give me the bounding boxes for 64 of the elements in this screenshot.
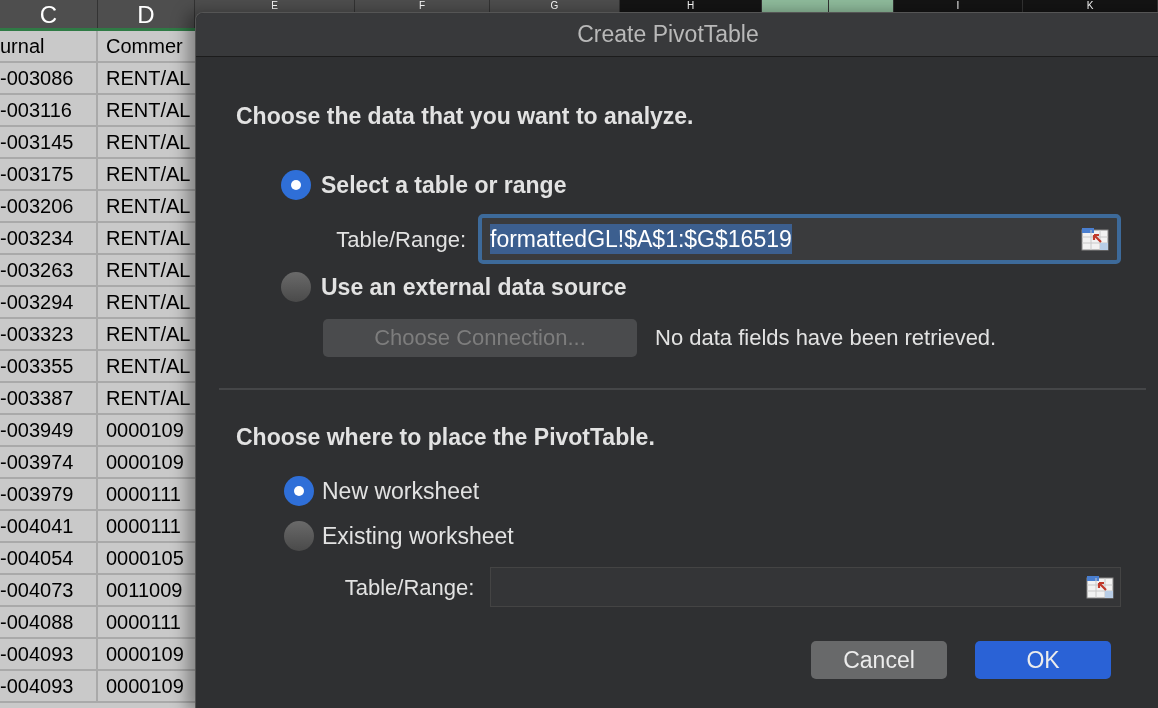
table-cell-text: RENT/AL: [105, 322, 192, 347]
range-picker-icon[interactable]: [1081, 227, 1109, 251]
table-cell-text: RENT/AL: [105, 130, 192, 155]
cancel-button[interactable]: Cancel: [811, 641, 947, 679]
table-cell-text: 0000109: [105, 642, 185, 667]
column-header[interactable]: C: [0, 0, 98, 28]
table-cell: -003974: [0, 447, 98, 477]
table-cell-text: 0000105: [105, 546, 185, 571]
table-cell: -004093: [0, 639, 98, 669]
table-cell-text: 0000111: [105, 514, 182, 539]
table-cell-text: 0000111: [105, 482, 182, 507]
table-cell: -003086: [0, 63, 98, 93]
table-cell: -004088: [0, 607, 98, 637]
table-cell-text: Commer: [105, 34, 184, 59]
table-cell: -003175: [0, 159, 98, 189]
table-cell: -004041: [0, 511, 98, 541]
table-cell-text: RENT/AL: [105, 66, 192, 91]
option-label[interactable]: Select a table or range: [321, 167, 567, 202]
table-cell-text: RENT/AL: [105, 162, 192, 187]
option-label[interactable]: Existing worksheet: [322, 518, 514, 553]
field-label: Table/Range:: [335, 225, 467, 254]
range-picker-icon[interactable]: [1086, 575, 1114, 599]
table-cell-text: 0000109: [105, 450, 185, 475]
table-cell: -003979: [0, 479, 98, 509]
section-heading: Choose the data that you want to analyze.: [236, 102, 695, 131]
table-cell: -003949: [0, 415, 98, 445]
table-cell-text: 0000109: [105, 418, 185, 443]
table-cell: -004054: [0, 543, 98, 573]
table-cell: -003263: [0, 255, 98, 285]
ok-button[interactable]: OK: [975, 641, 1111, 679]
table-cell-text: RENT/AL: [105, 226, 192, 251]
table-cell: -003355: [0, 351, 98, 381]
radio-button[interactable]: [281, 169, 311, 200]
table-cell-text: RENT/AL: [105, 98, 192, 123]
table-cell-text: RENT/AL: [105, 354, 192, 379]
table-cell: -003145: [0, 127, 98, 157]
window-title: Create PivotTable: [577, 20, 759, 50]
option-label[interactable]: Use an external data source: [321, 270, 627, 305]
column-header[interactable]: D: [98, 0, 195, 28]
table-cell-text: RENT/AL: [105, 258, 192, 283]
table-cell-text: RENT/AL: [105, 194, 192, 219]
table-cell-text: 0000111: [105, 610, 182, 635]
radio-button[interactable]: [284, 520, 314, 551]
input-field[interactable]: formattedGL!$A$1:$G$16519: [478, 214, 1121, 264]
table-cell: -003234: [0, 223, 98, 253]
table-cell: -003323: [0, 319, 98, 349]
radio-button[interactable]: [284, 476, 314, 507]
field-label: Table/Range:: [343, 573, 476, 602]
section-heading: Choose where to place the PivotTable.: [236, 422, 656, 452]
input-field[interactable]: [490, 567, 1121, 607]
table-cell-text: RENT/AL: [105, 386, 192, 411]
table-cell: -003116: [0, 95, 98, 125]
table-cell-text: RENT/AL: [105, 290, 192, 315]
table-cell-text: 0000109: [105, 674, 185, 699]
table-cell: -003387: [0, 383, 98, 413]
table-cell-text: 0011009: [105, 578, 184, 603]
table-cell: -004093: [0, 671, 98, 701]
option-label[interactable]: New worksheet: [322, 474, 480, 509]
status-text: No data fields have been retrieved.: [655, 324, 997, 352]
table-cell: -003206: [0, 191, 98, 221]
table-cell: -003294: [0, 287, 98, 317]
table-cell: -004073: [0, 575, 98, 605]
table-cell: urnal: [0, 31, 98, 61]
radio-button[interactable]: [281, 272, 311, 303]
